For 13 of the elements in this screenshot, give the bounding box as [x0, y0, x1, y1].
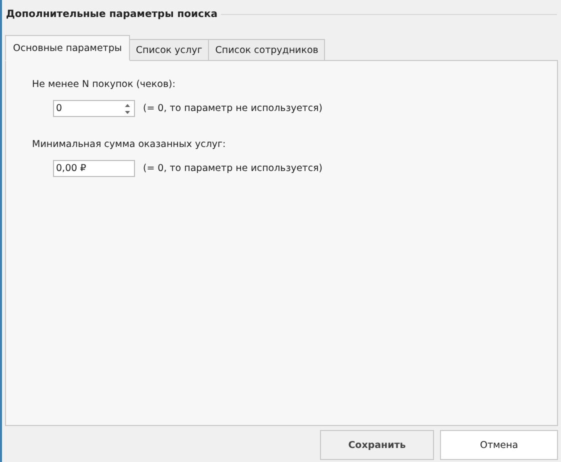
tab[interactable]: Список услуг	[128, 39, 210, 61]
tab[interactable]: Основные параметры	[5, 35, 130, 61]
group-title: Дополнительные параметры поиска	[6, 8, 218, 20]
number-spinner[interactable]: 0	[53, 100, 135, 117]
tab[interactable]: Список сотрудников	[208, 39, 326, 61]
amount-field[interactable]: 0,00 ₽	[53, 160, 135, 177]
field-hint: (= 0, то параметр не используется)	[143, 163, 322, 174]
field-label: Минимальная сумма оказанных услуг:	[32, 139, 227, 150]
field-hint: (= 0, то параметр не используется)	[143, 103, 322, 114]
field-label: Не менее N покупок (чеков):	[32, 79, 176, 90]
spinner-arrows-icon[interactable]	[124, 102, 131, 114]
save-button[interactable]: Сохранить	[320, 430, 434, 460]
cancel-button[interactable]: Отмена	[440, 430, 558, 460]
